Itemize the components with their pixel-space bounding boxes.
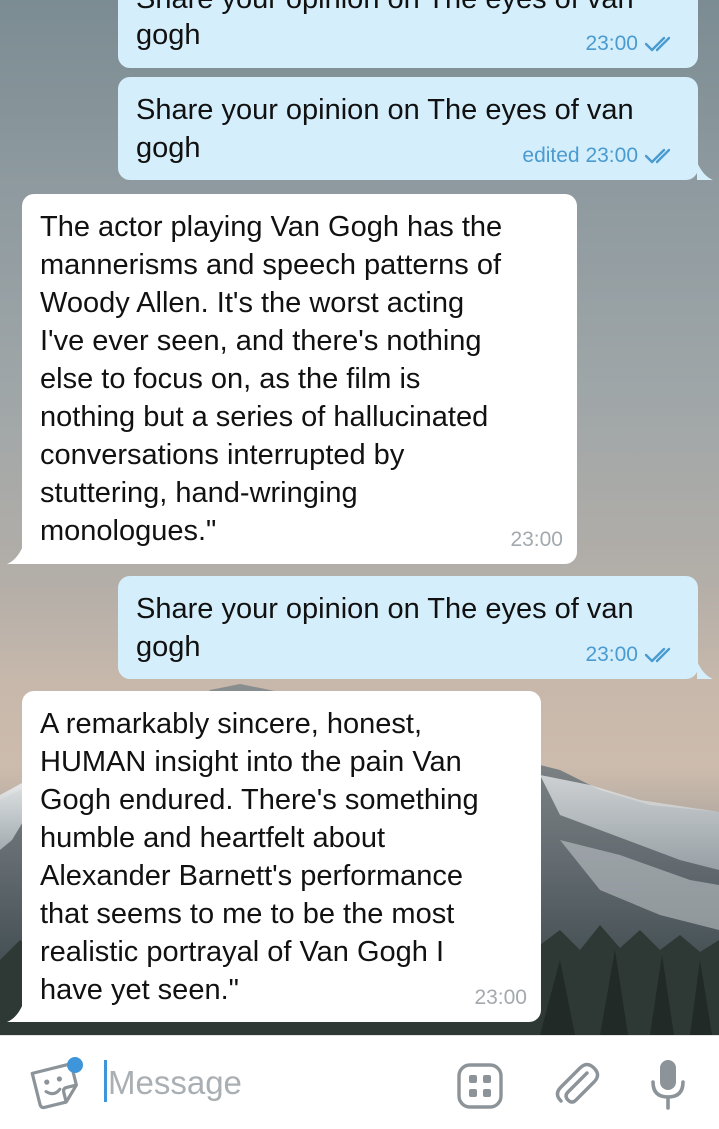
bubble-tail: [7, 1004, 23, 1022]
double-check-icon: [644, 647, 671, 663]
outgoing-message-bubble[interactable]: Share your opinion on The eyes of van go…: [118, 77, 698, 180]
message-meta: edited 23:00: [522, 144, 678, 168]
outgoing-message-bubble[interactable]: Share your opinion on The eyes of van go…: [118, 576, 698, 679]
message-meta: 23:00: [585, 32, 678, 56]
incoming-message-bubble[interactable]: A remarkably sincere, honest, HUMAN insi…: [22, 691, 541, 1022]
message-time: edited 23:00: [522, 144, 638, 167]
bubble-tail: [697, 661, 713, 679]
sticker-emoji-button[interactable]: [26, 1054, 86, 1114]
voice-record-button[interactable]: [640, 1054, 696, 1114]
message-text-partial: Share your opinion on The eyes of van: [136, 0, 634, 18]
message-time: 23:00: [585, 643, 638, 666]
message-list[interactable]: Share your opinion on The eyes of van go…: [0, 0, 719, 1035]
message-text: gogh: [136, 19, 201, 51]
message-text: Share your opinion on The eyes of van go…: [136, 593, 634, 663]
sticker-emoji-icon: [30, 1057, 83, 1110]
message-input-bar: [0, 1035, 719, 1129]
message-text: A remarkably sincere, honest, HUMAN insi…: [40, 708, 479, 1006]
message-time: 23:00: [474, 986, 527, 1009]
message-time: 23:00: [585, 32, 638, 55]
message-input[interactable]: [104, 1060, 428, 1106]
bubble-tail: [697, 162, 713, 180]
message-time: 23:00: [510, 528, 563, 551]
message-meta: 23:00: [585, 643, 678, 667]
paperclip-icon: [555, 1062, 600, 1104]
double-check-icon: [644, 36, 671, 52]
bot-commands-icon: [457, 1063, 503, 1109]
attach-button[interactable]: [548, 1056, 604, 1112]
outgoing-message-bubble[interactable]: Share your opinion on The eyes of van go…: [118, 0, 698, 68]
bot-commands-button[interactable]: [452, 1058, 508, 1114]
bubble-tail: [7, 546, 23, 564]
message-meta: 23:00: [510, 528, 563, 552]
microphone-icon: [651, 1060, 685, 1110]
message-meta: 23:00: [474, 986, 527, 1010]
double-check-icon: [644, 148, 671, 164]
message-text: The actor playing Van Gogh has the manne…: [40, 211, 503, 547]
incoming-message-bubble[interactable]: The actor playing Van Gogh has the manne…: [22, 194, 577, 564]
